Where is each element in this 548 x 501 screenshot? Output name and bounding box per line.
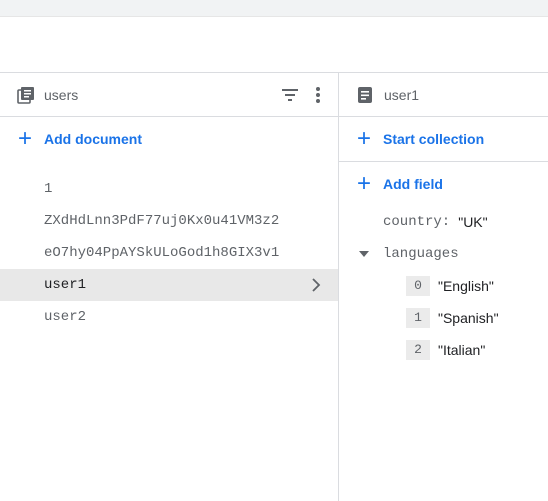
document-panel: user1 + Start collection + Add field cou… [339, 73, 548, 501]
array-value: "Spanish" [438, 310, 499, 326]
add-field-button[interactable]: + Add field [339, 162, 548, 206]
add-document-label: Add document [44, 131, 142, 147]
start-collection-button[interactable]: + Start collection [339, 117, 548, 161]
start-collection-label: Start collection [383, 131, 485, 147]
field-key: languages [383, 246, 459, 262]
add-document-button[interactable]: + Add document [0, 117, 338, 161]
collection-title: users [44, 86, 79, 103]
field-languages[interactable]: languages [339, 238, 548, 270]
plus-icon: + [356, 170, 371, 197]
document-item-1[interactable]: 1 [0, 173, 338, 205]
document-id: ZXdHdLnn3PdF77uj0Kx0u41VM3z2 [44, 213, 280, 229]
array-index: 2 [406, 340, 430, 360]
more-vert-icon[interactable] [306, 83, 330, 107]
plus-icon: + [17, 125, 32, 152]
array-index: 0 [406, 276, 430, 296]
document-id: user2 [44, 309, 87, 325]
array-value: "Italian" [438, 342, 486, 358]
plus-icon: + [356, 125, 371, 152]
document-list: 1 ZXdHdLnn3PdF77uj0Kx0u41VM3z2 eO7hy04Pp… [0, 173, 338, 333]
document-item-zxdhdlnn[interactable]: ZXdHdLnn3PdF77uj0Kx0u41VM3z2 [0, 205, 338, 237]
array-item[interactable]: 1 "Spanish" [339, 302, 548, 334]
collection-actions [278, 83, 330, 107]
top-toolbar [0, 17, 548, 73]
document-id: eO7hy04PpAYSkULoGod1h8GIX3v1 [44, 245, 280, 261]
array-index: 1 [406, 308, 430, 328]
document-id: 1 [44, 181, 53, 197]
array-value: "English" [438, 278, 494, 294]
collection-icon [16, 85, 36, 105]
field-key: country: [383, 214, 451, 230]
array-item[interactable]: 2 "Italian" [339, 334, 548, 366]
document-icon [355, 85, 375, 105]
array-item[interactable]: 0 "English" [339, 270, 548, 302]
document-item-user1[interactable]: user1 [0, 269, 338, 301]
collection-panel: users + Add document 1 ZXdHdLnn3PdF77uj0… [0, 73, 339, 501]
document-title: user1 [384, 86, 420, 103]
document-item-user2[interactable]: user2 [0, 301, 338, 333]
document-header: user1 [339, 73, 548, 117]
document-item-eo7hy04p[interactable]: eO7hy04PpAYSkULoGod1h8GIX3v1 [0, 237, 338, 269]
collection-header: users [0, 73, 338, 117]
chevron-right-icon [308, 277, 324, 293]
triangle-down-icon[interactable] [357, 247, 371, 261]
filter-icon[interactable] [278, 83, 302, 107]
add-field-label: Add field [383, 176, 443, 192]
field-value: "UK" [458, 214, 488, 230]
browser-top-strip [0, 0, 548, 17]
field-country[interactable]: country: "UK" [339, 206, 548, 238]
document-id: user1 [44, 277, 87, 293]
